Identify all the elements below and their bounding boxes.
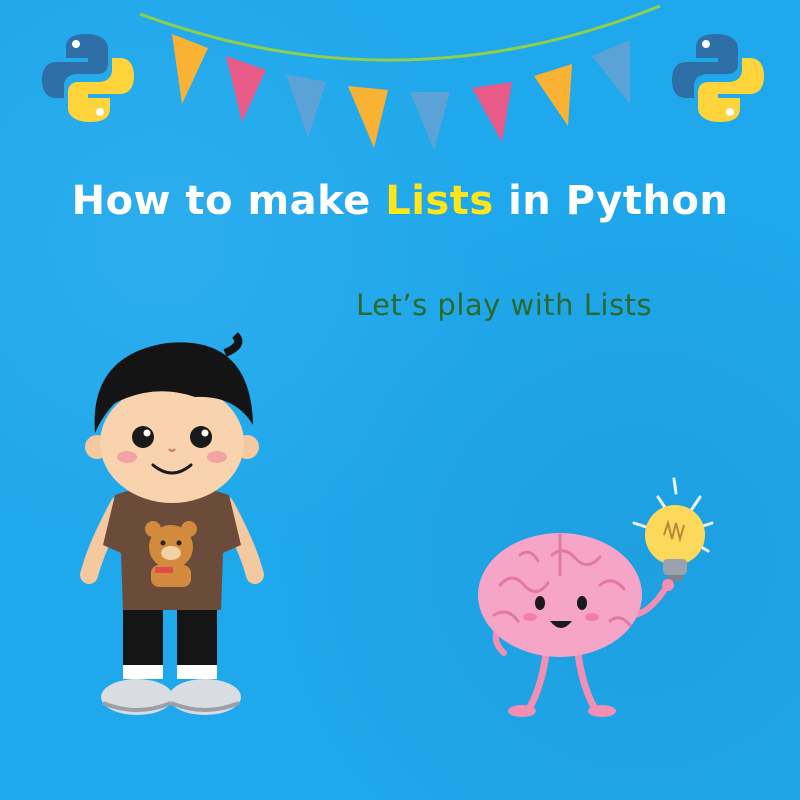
title-prefix: How to make xyxy=(71,178,386,224)
poster: How to make Lists in Python Let’s play w… xyxy=(0,0,800,800)
bunting-flags-icon xyxy=(139,4,661,150)
boy-illustration-icon xyxy=(80,332,264,715)
subtitle: Let’s play with Lists xyxy=(356,288,653,322)
title-suffix: in Python xyxy=(493,178,729,224)
python-logo-icon xyxy=(672,34,764,122)
page-title: How to make Lists in Python xyxy=(0,178,800,224)
brain-with-lightbulb-icon xyxy=(478,477,714,717)
python-logo-icon xyxy=(42,34,134,122)
title-highlight: Lists xyxy=(385,178,494,224)
